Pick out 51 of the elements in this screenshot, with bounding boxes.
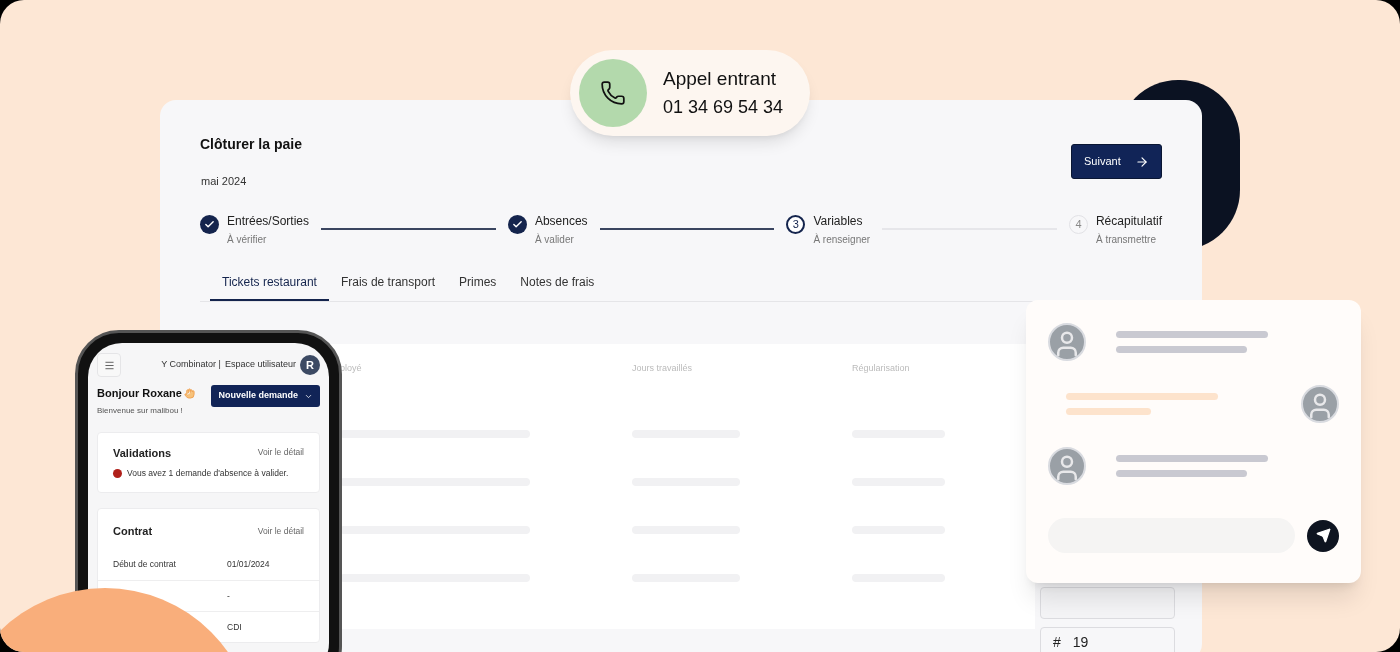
menu-icon [103, 359, 115, 371]
step-label: Récapitulatif [1095, 212, 1162, 230]
alert-text: Vous avez 1 demande d'absence à valider. [127, 467, 289, 480]
step-number: 3 [786, 214, 806, 234]
avatar [1048, 323, 1086, 361]
alert-icon [113, 468, 122, 478]
call-title: Appel entrant [663, 67, 778, 92]
call-number: 01 34 69 54 34 [663, 95, 784, 119]
field-value: 19 [1072, 633, 1089, 652]
column-header: Régularisation [852, 361, 911, 375]
avatar [1048, 447, 1086, 485]
tab[interactable]: Notes de frais [508, 272, 607, 301]
menu-button[interactable] [97, 353, 121, 377]
tab[interactable]: Frais de transport [328, 272, 447, 301]
step-label: Entrées/Sorties [227, 212, 310, 230]
avatar [1301, 385, 1339, 423]
period-label: mai 2024 [201, 174, 248, 189]
new-request-button[interactable]: Nouvelle demande [211, 385, 320, 407]
greeting: Bonjour Roxane [97, 386, 182, 401]
card-title: Contrat [113, 523, 153, 539]
waving-hand-icon [183, 387, 195, 399]
step-status: À valider [534, 232, 575, 247]
page-title: Clôturer la paie [200, 135, 302, 154]
hash-icon: # [1053, 632, 1061, 652]
detail-link[interactable]: Voir le détail [257, 524, 304, 538]
space-name: Espace utilisateur [224, 358, 296, 372]
column-header: Jours travaillés [632, 361, 694, 375]
step-status: À transmettre [1095, 232, 1157, 247]
number-field[interactable]: # 19 [1040, 626, 1175, 652]
step-label: Absences [534, 212, 588, 230]
next-button[interactable]: Suivant [1071, 144, 1162, 179]
column-header: ployé [340, 361, 363, 375]
phone-icon [579, 59, 647, 127]
detail-link[interactable]: Voir le détail [257, 446, 304, 460]
row-label: Début de contrat [113, 558, 177, 572]
step-status: À renseigner [813, 232, 871, 247]
user-avatar[interactable]: R [300, 355, 320, 375]
step-status: À vérifier [227, 232, 268, 247]
row-value: CDI [227, 620, 243, 634]
tab[interactable]: Primes [446, 272, 509, 301]
welcome-text: Bienvenue sur malibou ! [97, 404, 184, 417]
number-field[interactable] [1040, 586, 1175, 619]
card-title: Validations [113, 445, 172, 461]
company-name: Y Combinator | [161, 358, 221, 372]
tab[interactable]: Tickets restaurant [210, 272, 329, 301]
send-button[interactable] [1307, 519, 1339, 552]
row-value: - [227, 589, 231, 603]
send-icon [1315, 528, 1331, 543]
step-number: 4 [1068, 214, 1088, 234]
step-label: Variables [813, 212, 864, 230]
row-value: 01/01/2024 [227, 558, 271, 572]
